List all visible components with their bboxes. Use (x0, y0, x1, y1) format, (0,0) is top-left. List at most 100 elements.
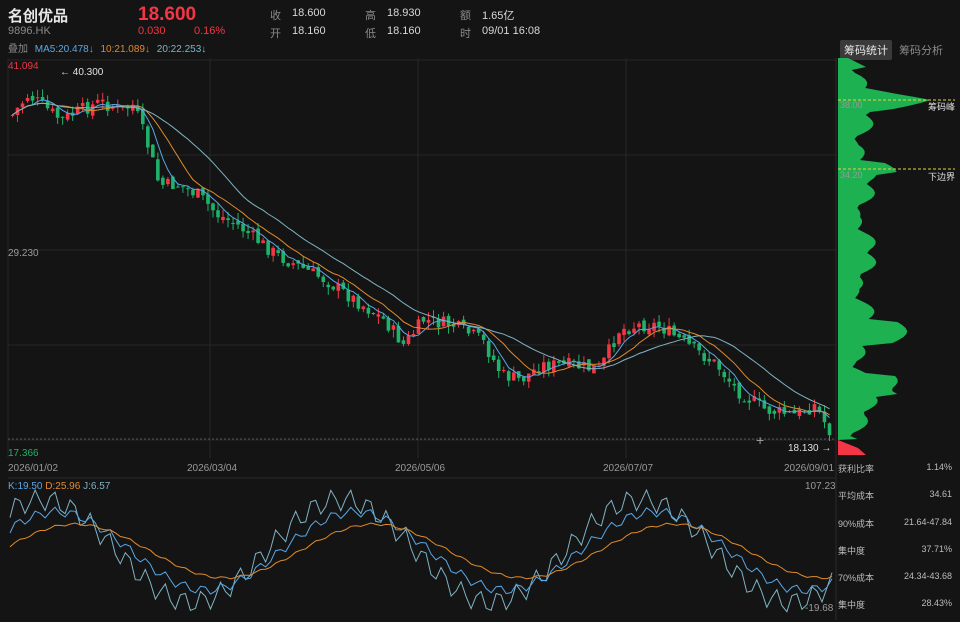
candle-body (612, 343, 616, 348)
candle-body (25, 97, 30, 101)
candle-body (637, 323, 641, 328)
candle-body (421, 317, 426, 322)
candle-body (767, 406, 772, 414)
candle-body (466, 326, 471, 334)
candle-body (682, 335, 686, 338)
candle-body (105, 101, 110, 111)
candle-body (65, 113, 70, 120)
candle-body (35, 97, 40, 99)
candle-body (632, 328, 636, 333)
candle-body (356, 296, 361, 309)
candle-body (381, 316, 386, 319)
date-label: 2026/03/04 (187, 463, 238, 474)
candle-body (311, 268, 316, 272)
candle-body (441, 316, 446, 327)
stat-label: 集中度 (838, 546, 866, 556)
stat-concentration-70: 集中度 28.43% (838, 598, 952, 611)
candle-body (557, 361, 561, 363)
candle-body (256, 228, 260, 243)
candle-body (486, 340, 491, 357)
date-label: 2026/01/02 (8, 463, 59, 474)
candle-body (491, 355, 496, 360)
min-price-marker: 18.130 → (788, 443, 832, 454)
candle-body (146, 126, 150, 148)
candle-body (702, 353, 706, 361)
chart-canvas[interactable] (0, 0, 960, 622)
candle-body (747, 400, 752, 403)
candle-body (481, 334, 486, 340)
candle-body (371, 312, 376, 315)
candle-body (191, 189, 195, 196)
stat-90-cost: 90%成本 21.64-47.84 (838, 517, 952, 530)
candle-body (737, 382, 742, 399)
candle-body (251, 230, 255, 233)
stat-label: 集中度 (838, 600, 866, 610)
stat-value: 28.43% (921, 598, 952, 608)
candle-body (186, 188, 190, 190)
stat-value: 21.64-47.84 (903, 517, 952, 527)
candle-body (60, 116, 65, 118)
candle-body (742, 401, 747, 403)
candle-body (346, 289, 351, 302)
ma10-line (12, 102, 830, 416)
date-label: 2026/09/01 (784, 463, 835, 474)
candle-body (331, 286, 336, 290)
kdj-j-line (9, 488, 833, 613)
candle-body (386, 317, 391, 331)
stat-label: 获利比率 (838, 464, 875, 474)
candle-body (647, 329, 651, 335)
candle-body (30, 95, 35, 101)
kdj-k-line (9, 506, 833, 595)
candle-body (326, 284, 331, 288)
chip-profit-area (838, 440, 866, 455)
candle-body (50, 108, 55, 112)
max-price-value: 40.300 (72, 67, 104, 78)
candle-body (416, 319, 421, 334)
candle-body (226, 218, 230, 221)
candle-body (351, 295, 356, 302)
candle-body (712, 359, 717, 362)
kdj-axis-bottom: -19.68 (805, 603, 834, 614)
candle-body (401, 340, 406, 344)
candle-body (276, 250, 280, 254)
candle-body (366, 307, 371, 314)
price-axis-bottom: 17.366 (8, 448, 39, 459)
crosshair-plus-icon[interactable]: + (756, 432, 764, 448)
kdj-j: J:6.57 (83, 481, 111, 492)
candle-body (221, 216, 225, 221)
candle-body (496, 359, 501, 372)
candle-body (406, 335, 411, 345)
candle-body (501, 369, 506, 372)
candle-body (181, 186, 185, 188)
candle-body (521, 376, 526, 382)
stat-value: 1.14% (926, 462, 952, 472)
candle-body (436, 318, 441, 328)
candle-body (592, 366, 596, 374)
chip-peak-value: 38.00 (840, 100, 863, 110)
candle-body (90, 104, 95, 116)
candle-body (80, 102, 85, 107)
candle-body (692, 341, 696, 344)
candle-body (261, 240, 265, 244)
ma20-line (12, 102, 830, 410)
candle-body (286, 263, 290, 267)
ma5-line (12, 99, 830, 418)
min-price-value: 18.130 (788, 443, 819, 454)
candle-body (511, 372, 516, 381)
candle-body (827, 423, 832, 436)
candle-body (722, 371, 727, 378)
candle-body (231, 223, 235, 225)
kdj-d: D:25.96 (45, 481, 81, 492)
candle-body (176, 186, 180, 188)
candle-body (291, 263, 295, 265)
candle-body (732, 383, 737, 386)
candle-body (241, 223, 245, 232)
chip-distribution (838, 58, 931, 440)
candle-body (95, 99, 100, 103)
candle-body (161, 177, 165, 185)
candle-body (391, 325, 396, 330)
candle-body (100, 99, 105, 102)
candle-body (266, 240, 270, 255)
chip-lower-value: 34.20 (840, 170, 863, 180)
max-price-marker: ← 40.300 (60, 67, 104, 78)
